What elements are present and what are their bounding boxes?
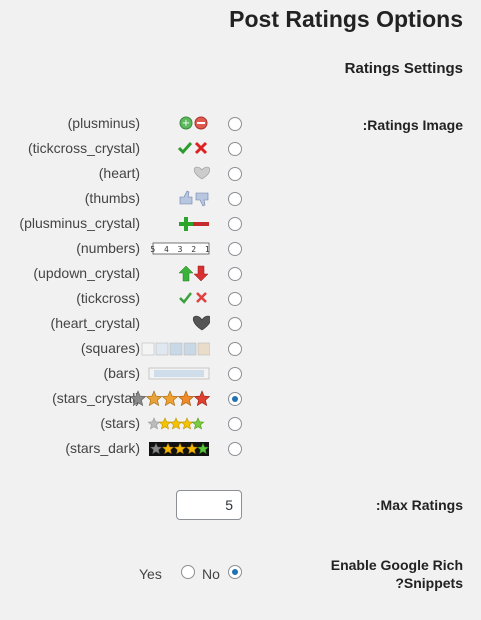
rating-option-row[interactable]: (plusminus_crystal) bbox=[0, 213, 250, 237]
rating-option-radio[interactable] bbox=[228, 192, 242, 206]
plusminus-icon: + bbox=[130, 115, 210, 133]
rich-snippets-yes-radio[interactable] bbox=[228, 565, 242, 579]
rating-option-radio[interactable] bbox=[228, 142, 242, 156]
rating-option-radio[interactable] bbox=[228, 442, 242, 456]
thumbs-icon bbox=[130, 190, 210, 208]
rating-option-row[interactable]: (plusminus) + bbox=[0, 113, 250, 137]
svg-text:+: + bbox=[182, 118, 190, 129]
rating-option-row[interactable]: (thumbs) bbox=[0, 188, 250, 212]
rating-option-row[interactable]: (squares) bbox=[0, 338, 250, 362]
numbers-icon: 5 4 3 2 1 bbox=[130, 240, 210, 258]
tickcross-icon bbox=[130, 290, 210, 308]
rich-snippets-yes-label: Yes bbox=[139, 566, 162, 582]
rating-option-row[interactable]: (heart) bbox=[0, 163, 250, 187]
rating-option-row[interactable]: (tickcross_crystal) bbox=[0, 138, 250, 162]
rating-option-row[interactable]: (numbers) 5 4 3 2 1 bbox=[0, 238, 250, 262]
rating-option-radio[interactable] bbox=[228, 392, 242, 406]
rating-option-radio[interactable] bbox=[228, 292, 242, 306]
svg-text:5 4 3 2 1: 5 4 3 2 1 bbox=[150, 245, 210, 254]
squares-icon bbox=[130, 340, 211, 358]
rating-option-row[interactable]: (stars_dark) bbox=[0, 438, 250, 462]
max-ratings-input[interactable] bbox=[176, 490, 242, 520]
rating-option-radio[interactable] bbox=[228, 417, 242, 431]
rating-option-radio[interactable] bbox=[228, 342, 242, 356]
page-title: Post Ratings Options bbox=[229, 6, 463, 32]
rating-option-radio[interactable] bbox=[228, 242, 242, 256]
stars-icon bbox=[130, 415, 210, 433]
rating-option-radio[interactable] bbox=[228, 217, 242, 231]
ratings-image-label: :Ratings Image bbox=[362, 117, 463, 133]
rating-option-row[interactable]: (heart_crystal) bbox=[0, 313, 250, 337]
rating-option-row[interactable]: (stars) bbox=[0, 413, 250, 437]
max-ratings-label: :Max Ratings bbox=[375, 497, 463, 513]
rating-option-label: (heart_crystal) bbox=[50, 315, 140, 331]
rating-option-label: (tickcross_crystal) bbox=[27, 140, 140, 156]
rating-option-radio[interactable] bbox=[228, 267, 242, 281]
rating-option-radio[interactable] bbox=[228, 367, 242, 381]
rating-option-row[interactable]: (bars) bbox=[0, 363, 250, 387]
rating-option-label: (updown_crystal) bbox=[33, 265, 140, 281]
rich-snippets-label-line2: ?Snippets bbox=[395, 575, 463, 591]
rating-option-label: (stars_crystal) bbox=[52, 390, 140, 406]
heart-icon bbox=[130, 165, 211, 183]
stars-crystal-icon bbox=[129, 390, 211, 408]
stars-dark-icon bbox=[130, 440, 210, 458]
rating-option-row[interactable]: (stars_crystal) bbox=[0, 388, 250, 412]
section-title: Ratings Settings bbox=[344, 60, 463, 77]
rating-option-radio[interactable] bbox=[228, 167, 242, 181]
rich-snippets-label-line1: Enable Google Rich bbox=[330, 557, 463, 573]
updown-crystal-icon bbox=[130, 265, 210, 283]
rating-option-radio[interactable] bbox=[228, 117, 242, 131]
rich-snippets-no-radio[interactable] bbox=[181, 565, 195, 579]
bars-icon bbox=[130, 365, 210, 383]
rating-option-radio[interactable] bbox=[228, 317, 242, 331]
rich-snippets-no-label: No bbox=[202, 566, 220, 582]
rating-option-row[interactable]: (updown_crystal) bbox=[0, 263, 250, 287]
rating-option-row[interactable]: (tickcross) bbox=[0, 288, 250, 312]
plusminus-crystal-icon bbox=[130, 215, 210, 233]
rich-snippets-label: Enable Google Rich ?Snippets bbox=[331, 556, 463, 592]
tickcross-crystal-icon bbox=[130, 140, 210, 158]
rating-option-label: (stars_dark) bbox=[65, 440, 140, 456]
heart-crystal-icon bbox=[130, 315, 212, 333]
rating-option-label: (plusminus_crystal) bbox=[19, 215, 140, 231]
